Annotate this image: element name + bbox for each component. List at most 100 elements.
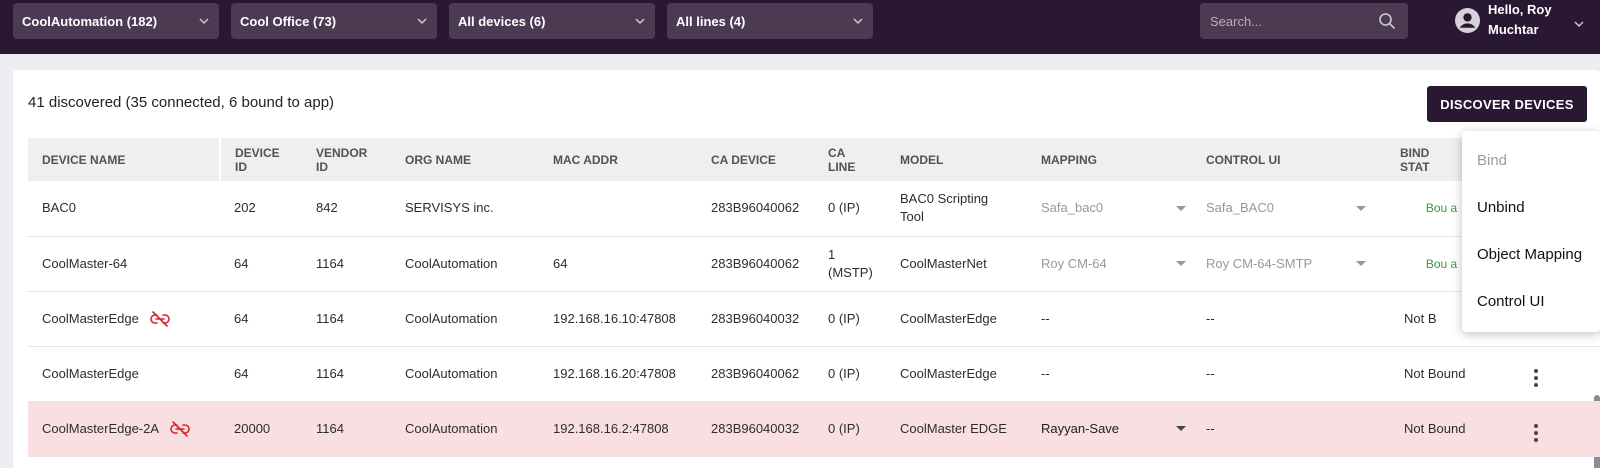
column-header[interactable]: CA LINE xyxy=(814,138,886,181)
search-input[interactable] xyxy=(1210,11,1360,31)
ca-device: 283B96040062 xyxy=(697,181,814,237)
site-selector[interactable]: Cool Office (73) xyxy=(231,3,437,39)
model: CoolMasterEdge xyxy=(886,346,1027,402)
mapping-value: Roy CM-64 xyxy=(1041,255,1107,271)
column-header[interactable]: MAC ADDR xyxy=(539,138,697,181)
device-selector[interactable]: All devices (6) xyxy=(449,3,655,39)
column-header[interactable]: MODEL xyxy=(886,138,1027,181)
mapping-select[interactable]: Rayyan-Save xyxy=(1041,420,1186,438)
menu-item-unbind[interactable]: Unbind xyxy=(1462,184,1600,231)
device-name: CoolMasterEdge xyxy=(42,310,139,326)
table-row[interactable]: CoolMaster-64 64 1164 CoolAutomation 64 … xyxy=(28,236,1600,292)
unlink-icon xyxy=(170,420,190,437)
customer-selector[interactable]: CoolAutomation (182) xyxy=(13,3,219,39)
mapping-cell: Rayyan-Save xyxy=(1027,401,1192,457)
mapping-cell: Safa_bac0 xyxy=(1027,181,1192,237)
vendor-id: 842 xyxy=(302,181,391,237)
ca-device: 283B96040062 xyxy=(697,346,814,402)
dropdown-caret-icon xyxy=(1356,205,1366,211)
menu-item-object-mapping[interactable]: Object Mapping xyxy=(1462,231,1600,278)
vendor-id: 1164 xyxy=(302,346,391,402)
model: CoolMasterEdge xyxy=(886,291,1027,347)
line-selector[interactable]: All lines (4) xyxy=(667,3,873,39)
table-row[interactable]: BAC0 202 842 SERVISYS inc. 283B96040062 … xyxy=(28,181,1600,237)
column-header[interactable]: MAPPING xyxy=(1027,138,1192,181)
mac-addr: 192.168.16.2:47808 xyxy=(539,401,697,457)
org-name: CoolAutomation xyxy=(391,346,539,402)
column-header[interactable]: CA DEVICE xyxy=(697,138,814,181)
column-header[interactable]: ORG NAME xyxy=(391,138,539,181)
device-id: 20000 xyxy=(220,401,302,457)
control-ui-select[interactable]: Safa_BAC0 xyxy=(1206,199,1366,217)
control-ui-select[interactable]: Roy CM-64-SMTP xyxy=(1206,255,1366,273)
device-name: BAC0 xyxy=(28,181,220,237)
mapping: -- xyxy=(1027,291,1192,347)
column-header[interactable]: CONTROL UI xyxy=(1192,138,1386,181)
ca-line: 1 (MSTP) xyxy=(814,236,886,292)
device-name: CoolMasterEdge xyxy=(28,346,220,402)
control-ui: -- xyxy=(1192,291,1386,347)
table-row[interactable]: CoolMasterEdge 64 1164 CoolAutomation 19… xyxy=(28,291,1600,347)
chevron-down-icon xyxy=(199,18,209,25)
mac-addr xyxy=(539,181,697,237)
control-ui: -- xyxy=(1192,401,1386,457)
ca-device: 283B96040032 xyxy=(697,401,814,457)
ca-device: 283B96040032 xyxy=(697,291,814,347)
org-name: CoolAutomation xyxy=(391,236,539,292)
search-icon[interactable] xyxy=(1378,12,1396,30)
ca-line: 0 (IP) xyxy=(814,181,886,237)
mapping-value: Safa_bac0 xyxy=(1041,200,1104,216)
user-menu[interactable]: Hello, Roy Muchtar xyxy=(1455,0,1586,40)
device-id: 64 xyxy=(220,236,302,292)
table-row[interactable]: CoolMasterEdge 64 1164 CoolAutomation 19… xyxy=(28,346,1600,402)
column-header[interactable]: DEVICE ID xyxy=(220,138,302,181)
customer-selector-label: CoolAutomation (182) xyxy=(22,13,158,29)
table-header-row: DEVICE NAME DEVICE ID VENDOR ID ORG NAME… xyxy=(28,138,1600,181)
row-context-menu: Bind Unbind Object Mapping Control UI xyxy=(1462,131,1600,332)
dropdown-caret-icon xyxy=(1356,261,1366,266)
column-header[interactable]: VENDOR ID xyxy=(302,138,391,181)
ca-device: 283B96040062 xyxy=(697,236,814,292)
chevron-down-icon xyxy=(853,18,863,25)
more-vert-icon[interactable] xyxy=(1534,369,1538,387)
vendor-id: 1164 xyxy=(302,401,391,457)
discovery-summary: 41 discovered (35 connected, 6 bound to … xyxy=(28,94,335,111)
chevron-down-icon xyxy=(417,18,427,25)
chevron-down-icon xyxy=(1574,21,1584,28)
dropdown-caret-icon xyxy=(1176,426,1186,431)
ca-line: 0 (IP) xyxy=(814,346,886,402)
actions-cell xyxy=(1483,346,1600,402)
mapping-select[interactable]: Roy CM-64 xyxy=(1041,255,1186,273)
vendor-id: 1164 xyxy=(302,291,391,347)
more-vert-icon[interactable] xyxy=(1534,424,1538,442)
site-selector-label: Cool Office (73) xyxy=(240,13,337,29)
device-id: 64 xyxy=(220,291,302,347)
search-box xyxy=(1200,3,1408,39)
control-ui-cell: Roy CM-64-SMTP xyxy=(1192,236,1386,292)
column-header[interactable]: DEVICE NAME xyxy=(28,138,221,181)
actions-cell xyxy=(1483,401,1600,457)
mapping-cell: Roy CM-64 xyxy=(1027,236,1192,292)
org-name: SERVISYS inc. xyxy=(391,181,539,237)
menu-item-bind: Bind xyxy=(1477,152,1508,169)
menu-item-control-ui[interactable]: Control UI xyxy=(1462,278,1600,325)
mapping: -- xyxy=(1027,346,1192,402)
mapping-value: Rayyan-Save xyxy=(1041,420,1120,436)
bind-status: Not Bound xyxy=(1386,401,1483,457)
table-row[interactable]: CoolMasterEdge-2A 20000 1164 CoolAutomat… xyxy=(28,401,1600,457)
mac-addr: 192.168.16.20:47808 xyxy=(539,346,697,402)
bind-status: Not Bound xyxy=(1386,346,1483,402)
device-name-cell: CoolMasterEdge xyxy=(28,291,220,347)
control-ui-cell: Safa_BAC0 xyxy=(1192,181,1386,237)
mapping-select[interactable]: Safa_bac0 xyxy=(1041,199,1186,217)
device-name: CoolMaster-64 xyxy=(28,236,220,292)
org-name: CoolAutomation xyxy=(391,291,539,347)
chevron-down-icon xyxy=(635,18,645,25)
ca-line: 0 (IP) xyxy=(814,291,886,347)
line-selector-label: All lines (4) xyxy=(676,13,746,29)
top-bar: CoolAutomation (182) Cool Office (73) Al… xyxy=(0,0,1600,54)
discover-devices-button[interactable]: DISCOVER DEVICES xyxy=(1427,86,1587,122)
control-ui-value: Safa_BAC0 xyxy=(1206,200,1274,216)
device-selector-label: All devices (6) xyxy=(458,13,546,29)
model: BAC0 Scripting Tool xyxy=(886,181,1027,237)
